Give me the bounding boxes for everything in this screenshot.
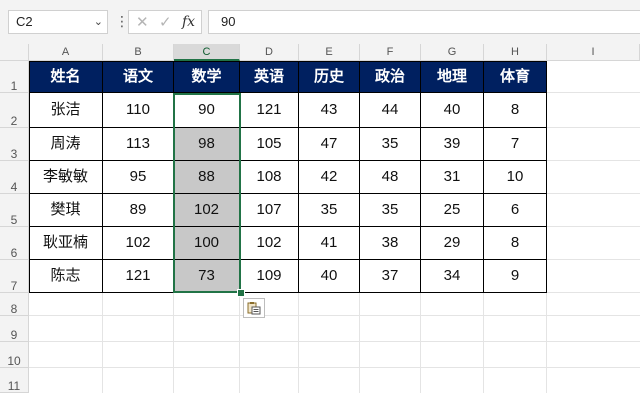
table-header-cell[interactable]: 数学 xyxy=(174,61,240,93)
table-cell[interactable]: 41 xyxy=(299,227,360,260)
table-cell[interactable]: 43 xyxy=(299,93,360,128)
chevron-down-icon[interactable]: ⌄ xyxy=(94,11,103,33)
table-header-cell[interactable]: 政治 xyxy=(360,61,421,93)
name-box-value: C2 xyxy=(16,14,33,29)
column-header-h[interactable]: H xyxy=(484,44,547,61)
table-cell[interactable]: 周涛 xyxy=(29,128,103,161)
table-header-cell[interactable]: 姓名 xyxy=(29,61,103,93)
column-header-b[interactable]: B xyxy=(103,44,174,61)
table-cell[interactable]: 73 xyxy=(174,260,240,293)
table-cell[interactable]: 38 xyxy=(360,227,421,260)
table-cell[interactable]: 108 xyxy=(240,161,299,194)
row-header-9[interactable]: 9 xyxy=(0,316,29,342)
gridline xyxy=(29,315,640,316)
row-header-6[interactable]: 6 xyxy=(0,227,29,260)
table-cell[interactable]: 102 xyxy=(174,194,240,227)
table-cell[interactable]: 40 xyxy=(299,260,360,293)
table-cell[interactable]: 35 xyxy=(360,194,421,227)
cancel-icon[interactable]: ✕ xyxy=(136,13,149,31)
formula-buttons: ✕ ✓ fx xyxy=(128,10,202,34)
table-cell[interactable]: 樊琪 xyxy=(29,194,103,227)
table-cell[interactable]: 121 xyxy=(240,93,299,128)
column-header-f[interactable]: F xyxy=(360,44,421,61)
row-header-3[interactable]: 3 xyxy=(0,128,29,161)
table-cell[interactable]: 6 xyxy=(484,194,547,227)
table-cell[interactable]: 90 xyxy=(174,93,240,128)
table-cell[interactable]: 张洁 xyxy=(29,93,103,128)
table-cell[interactable]: 31 xyxy=(421,161,484,194)
name-box[interactable]: C2 ⌄ xyxy=(8,10,108,34)
table-cell[interactable]: 37 xyxy=(360,260,421,293)
table-cell[interactable]: 47 xyxy=(299,128,360,161)
table-cell[interactable]: 42 xyxy=(299,161,360,194)
gridline xyxy=(29,367,640,368)
table-cell[interactable]: 113 xyxy=(103,128,174,161)
table-cell[interactable]: 102 xyxy=(240,227,299,260)
table-cell[interactable]: 10 xyxy=(484,161,547,194)
column-header-c[interactable]: C xyxy=(174,44,240,61)
table-cell[interactable]: 95 xyxy=(103,161,174,194)
table-header-cell[interactable]: 语文 xyxy=(103,61,174,93)
table-cell[interactable]: 100 xyxy=(174,227,240,260)
column-header-d[interactable]: D xyxy=(240,44,299,61)
row-header-2[interactable]: 2 xyxy=(0,93,29,128)
row-header-1[interactable]: 1 xyxy=(0,61,29,93)
table-cell[interactable]: 110 xyxy=(103,93,174,128)
column-header-g[interactable]: G xyxy=(421,44,484,61)
table-cell[interactable]: 陈志 xyxy=(29,260,103,293)
table-cell[interactable]: 121 xyxy=(103,260,174,293)
table-cell[interactable]: 35 xyxy=(299,194,360,227)
paste-options-button[interactable] xyxy=(243,298,265,318)
table-header-cell[interactable]: 体育 xyxy=(484,61,547,93)
table-cell[interactable]: 88 xyxy=(174,161,240,194)
gridline xyxy=(29,341,640,342)
table-header-cell[interactable]: 地理 xyxy=(421,61,484,93)
table-header-cell[interactable]: 历史 xyxy=(299,61,360,93)
table-cell[interactable]: 89 xyxy=(103,194,174,227)
table-cell[interactable]: 102 xyxy=(103,227,174,260)
table-cell[interactable]: 48 xyxy=(360,161,421,194)
row-header-4[interactable]: 4 xyxy=(0,161,29,194)
table-cell[interactable]: 109 xyxy=(240,260,299,293)
table-cell[interactable]: 9 xyxy=(484,260,547,293)
column-header-i[interactable]: I xyxy=(547,44,640,61)
table-cell[interactable]: 李敏敏 xyxy=(29,161,103,194)
table-cell[interactable]: 8 xyxy=(484,227,547,260)
table-cell[interactable]: 44 xyxy=(360,93,421,128)
enter-icon[interactable]: ✓ xyxy=(159,13,172,31)
table-cell[interactable]: 98 xyxy=(174,128,240,161)
select-all-corner[interactable] xyxy=(0,44,29,61)
row-header-8[interactable]: 8 xyxy=(0,293,29,316)
formula-bar: C2 ⌄ ⋮ ✕ ✓ fx 90 xyxy=(0,0,640,44)
formula-input[interactable]: 90 xyxy=(208,10,640,34)
row-header-10[interactable]: 10 xyxy=(0,342,29,368)
table-cell[interactable]: 29 xyxy=(421,227,484,260)
table-cell[interactable]: 39 xyxy=(421,128,484,161)
table-cell[interactable]: 107 xyxy=(240,194,299,227)
paste-options-icon xyxy=(247,302,261,315)
row-header-7[interactable]: 7 xyxy=(0,260,29,293)
row-header-5[interactable]: 5 xyxy=(0,194,29,227)
table-cell[interactable]: 8 xyxy=(484,93,547,128)
fill-handle[interactable] xyxy=(237,289,245,297)
more-options-icon[interactable]: ⋮ xyxy=(115,13,129,30)
table-cell[interactable]: 35 xyxy=(360,128,421,161)
row-header-11[interactable]: 11 xyxy=(0,368,29,393)
table-cell[interactable]: 耿亚楠 xyxy=(29,227,103,260)
table-cell[interactable]: 25 xyxy=(421,194,484,227)
table-cell[interactable]: 34 xyxy=(421,260,484,293)
table-cell[interactable]: 105 xyxy=(240,128,299,161)
column-header-e[interactable]: E xyxy=(299,44,360,61)
table-cell[interactable]: 40 xyxy=(421,93,484,128)
insert-function-icon[interactable]: fx xyxy=(182,14,195,30)
table-cell[interactable]: 7 xyxy=(484,128,547,161)
column-header-a[interactable]: A xyxy=(29,44,103,61)
table-header-cell[interactable]: 英语 xyxy=(240,61,299,93)
